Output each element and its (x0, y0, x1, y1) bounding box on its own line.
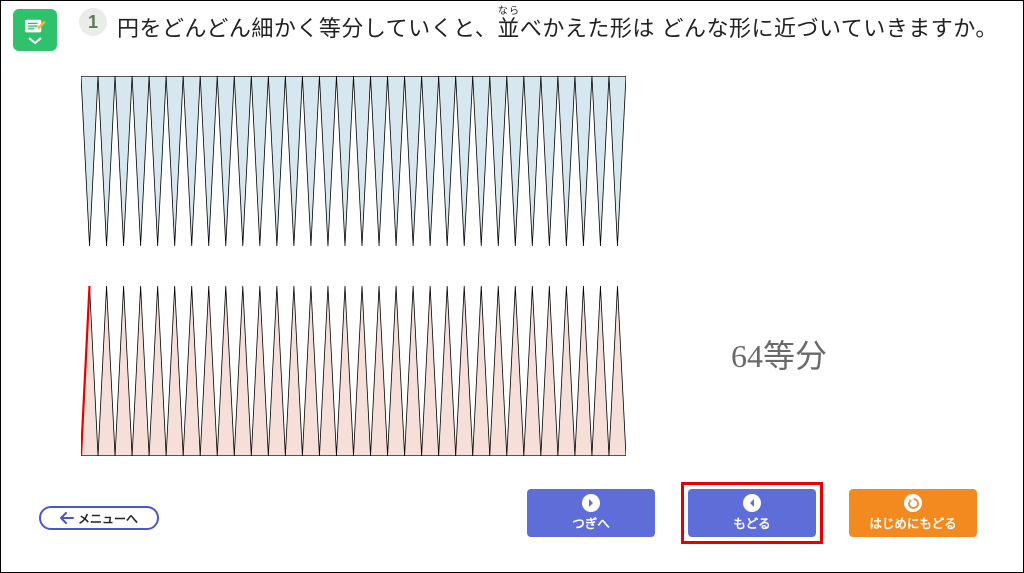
nav-bar: つぎへ もどる はじめにもどる (527, 482, 977, 544)
diagram-top (81, 76, 626, 246)
question-text-part1: 円をどんどん細かく等分していくと、 (117, 16, 497, 41)
question-text-part2: べかえた形は どんな形に近づいていきますか。 (520, 16, 998, 41)
division-label: 64等分 (731, 331, 827, 377)
back-label: もどる (733, 513, 770, 532)
restart-label: はじめにもどる (869, 513, 956, 532)
chevron-down-icon (28, 37, 42, 45)
note-button[interactable] (13, 9, 57, 51)
back-button[interactable]: もどる (688, 489, 816, 537)
arrow-right-icon (582, 494, 600, 512)
arrow-left-icon (743, 494, 761, 512)
restart-icon (904, 494, 922, 512)
next-label: つぎへ (572, 513, 610, 532)
division-value: 64 (731, 338, 763, 374)
division-suffix: 等分 (763, 338, 827, 374)
question-number: 1 (79, 8, 107, 36)
next-button[interactable]: つぎへ (527, 489, 655, 537)
note-icon (24, 18, 46, 36)
question-ruby: 並なら (497, 16, 520, 41)
menu-button[interactable]: メニューへ (39, 506, 159, 530)
diagram-bottom (81, 286, 626, 456)
back-highlight: もどる (681, 482, 823, 544)
menu-label: メニューへ (78, 510, 138, 527)
restart-button[interactable]: はじめにもどる (849, 489, 977, 537)
question-text: 円をどんどん細かく等分していくと、並ならべかえた形は どんな形に近づいていきます… (117, 6, 998, 44)
arrow-left-icon (60, 512, 74, 524)
